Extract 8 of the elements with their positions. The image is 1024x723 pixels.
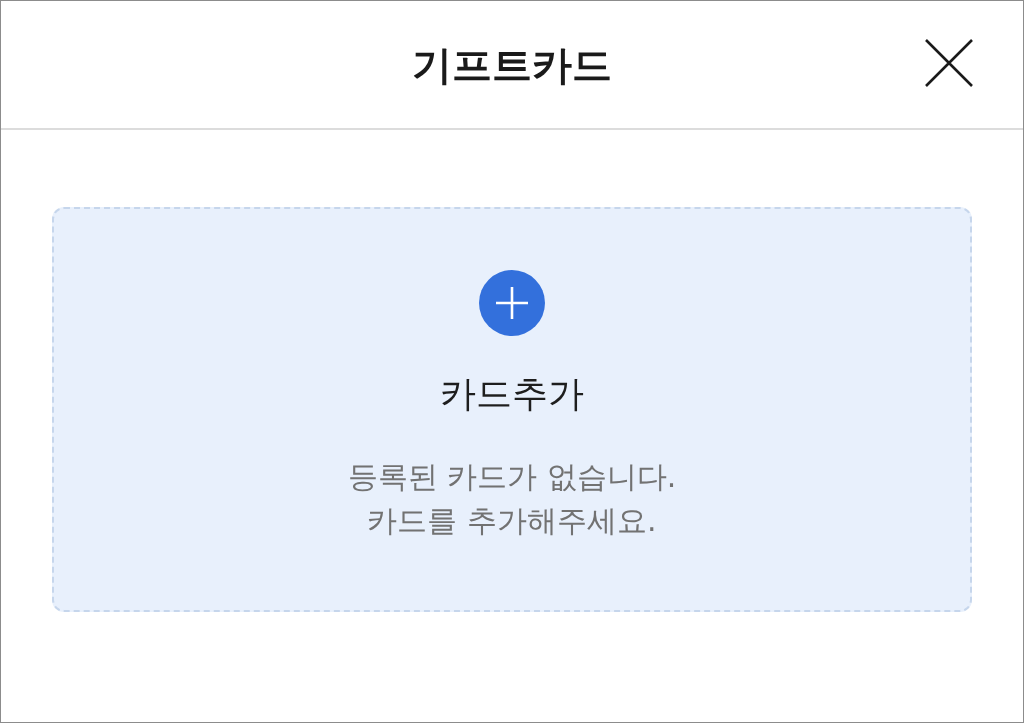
- page-title: 기프트카드: [412, 40, 612, 89]
- add-card-label: 카드추가: [440, 372, 584, 416]
- plus-icon[interactable]: [479, 270, 545, 336]
- empty-message: 카드를 추가해주세요.: [367, 502, 657, 540]
- close-icon: [925, 39, 973, 87]
- close-button[interactable]: [925, 39, 973, 87]
- add-card-panel[interactable]: 카드추가 등록된 카드가 없습니다. 카드를 추가해주세요.: [52, 207, 972, 612]
- empty-message: 등록된 카드가 없습니다.: [347, 458, 677, 496]
